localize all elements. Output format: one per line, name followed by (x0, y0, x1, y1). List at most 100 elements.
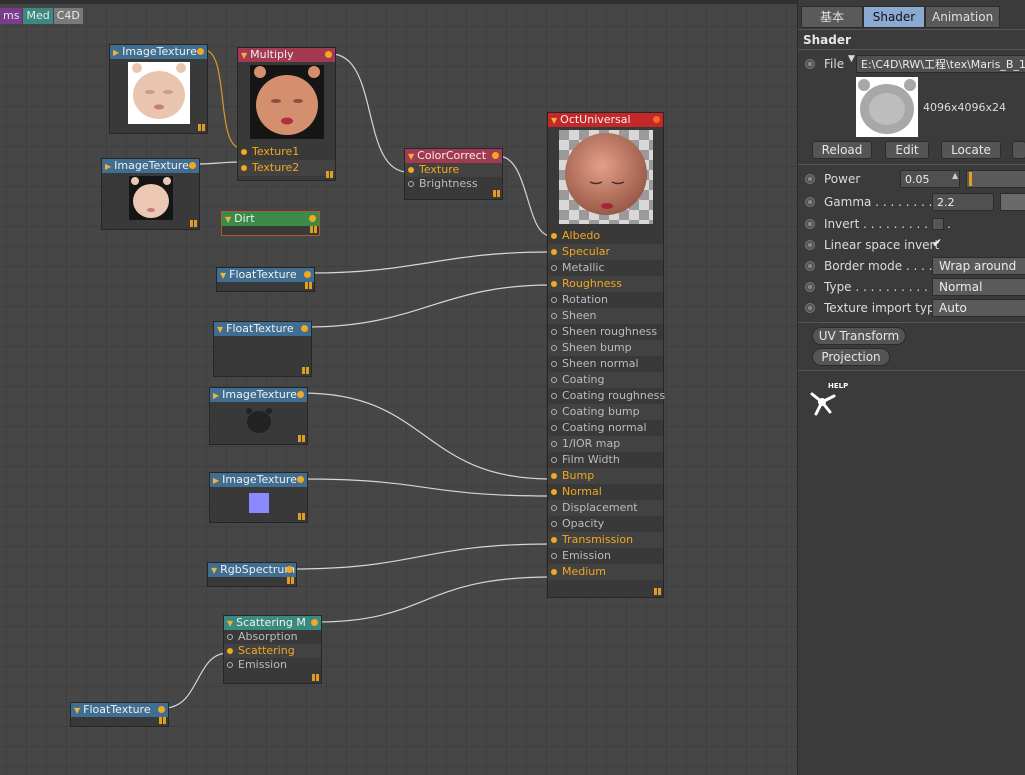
resize-handle[interactable] (312, 674, 319, 681)
resize-handle[interactable] (190, 220, 197, 227)
collapse-icon[interactable]: ▼ (211, 564, 217, 577)
pin-opacity[interactable]: Opacity (548, 516, 663, 532)
reload-button[interactable]: Reload (812, 141, 872, 159)
pin-scattering[interactable]: Scattering (224, 644, 321, 658)
collapse-icon[interactable]: ▼ (551, 114, 557, 127)
pin-emission[interactable]: Emission (548, 548, 663, 564)
gamma-slider[interactable] (1000, 193, 1025, 211)
dirt-node[interactable]: ▼ Dirt (221, 211, 320, 236)
pin-coating[interactable]: Coating (548, 372, 663, 388)
power-input[interactable]: 0.05 (900, 170, 960, 188)
edit-button[interactable]: Edit (885, 141, 929, 159)
pin-transmission[interactable]: Transmission (548, 532, 663, 548)
pin-roughness[interactable]: Roughness (548, 276, 663, 292)
image-texture-node-2[interactable]: ▶ ImageTexture (101, 158, 200, 230)
output-pin[interactable] (297, 391, 304, 398)
collapse-icon[interactable]: ▼ (225, 213, 231, 226)
power-slider-handle[interactable] (969, 172, 972, 186)
power-animate-toggle[interactable] (805, 174, 815, 184)
pin-texture2[interactable]: Texture2 (238, 160, 335, 176)
float-texture-node-1[interactable]: ▼ FloatTexture (216, 267, 315, 292)
pin-coating-roughness[interactable]: Coating roughness (548, 388, 665, 404)
uv-transform-button[interactable]: UV Transform (812, 327, 906, 345)
collapse-icon[interactable]: ▼ (74, 704, 80, 717)
image-texture-node-3[interactable]: ▶ ImageTexture (209, 387, 308, 445)
linear-animate-toggle[interactable] (805, 240, 815, 250)
pin-texture1[interactable]: Texture1 (238, 144, 335, 160)
pin-sheen-normal[interactable]: Sheen normal (548, 356, 663, 372)
collapse-icon[interactable]: ▶ (213, 389, 219, 402)
multiply-node[interactable]: ▼ Multiply Texture1 Texture2 (237, 47, 336, 181)
oct-universal-material-node[interactable]: ▼ OctUniversal Albedo Specular Metallic R… (547, 112, 665, 598)
resize-handle[interactable] (302, 367, 309, 374)
collapse-icon[interactable]: ▶ (105, 160, 111, 173)
image-texture-node-4[interactable]: ▶ ImageTexture (209, 472, 308, 523)
texture-import-type-dropdown[interactable]: Auto (932, 299, 1025, 317)
scattering-medium-node[interactable]: ▼ Scattering M Absorption Scattering Emis… (223, 615, 322, 684)
file-path-field[interactable]: E:\C4D\RW\工程\tex\Maris_B_1 (856, 55, 1025, 73)
output-pin[interactable] (301, 325, 308, 332)
float-texture-node-3[interactable]: ▼ FloatTexture (70, 702, 169, 727)
color-correct-node[interactable]: ▼ ColorCorrect Texture Brightness (404, 148, 503, 200)
resize-handle[interactable] (326, 171, 333, 178)
output-pin[interactable] (492, 152, 499, 159)
locate-button[interactable]: Locate (941, 141, 1001, 159)
border-animate-toggle[interactable] (805, 261, 815, 271)
resize-handle[interactable] (159, 717, 166, 724)
pin-sheen[interactable]: Sheen (548, 308, 663, 324)
output-pin[interactable] (189, 162, 196, 169)
type-animate-toggle[interactable] (805, 282, 815, 292)
resize-handle[interactable] (198, 124, 205, 131)
float-texture-node-2[interactable]: ▼ FloatTexture (213, 321, 312, 377)
border-mode-dropdown[interactable]: Wrap around (932, 257, 1025, 275)
pin-metallic[interactable]: Metallic (548, 260, 663, 276)
output-pin[interactable] (304, 271, 311, 278)
node-graph-canvas[interactable]: ms Med C4D ▶ ImageTexture ▼ Multiply Tex… (0, 0, 797, 775)
resize-handle[interactable] (298, 435, 305, 442)
output-pin[interactable] (309, 215, 316, 222)
pin-displacement[interactable]: Displacement (548, 500, 663, 516)
output-pin[interactable] (311, 619, 318, 626)
pin-sheen-roughness[interactable]: Sheen roughness (548, 324, 663, 340)
animate-toggle[interactable] (805, 59, 815, 69)
help-button[interactable]: HELP (808, 382, 848, 418)
output-pin[interactable] (653, 116, 660, 123)
output-pin[interactable] (297, 476, 304, 483)
pin-coating-bump[interactable]: Coating bump (548, 404, 663, 420)
invert-animate-toggle[interactable] (805, 219, 815, 229)
pin-texture[interactable]: Texture (405, 163, 502, 177)
invert-checkbox[interactable] (932, 218, 944, 230)
pin-sheen-bump[interactable]: Sheen bump (548, 340, 663, 356)
resize-handle[interactable] (493, 190, 500, 197)
pin-coating-normal[interactable]: Coating normal (548, 420, 663, 436)
gamma-animate-toggle[interactable] (805, 197, 815, 207)
tag-ms[interactable]: ms (0, 8, 23, 24)
projection-button[interactable]: Projection (812, 348, 890, 366)
more-button[interactable] (1012, 141, 1025, 159)
linear-space-invert-checkbox[interactable]: ✔ (932, 236, 942, 250)
pin-ior-map[interactable]: 1/IOR map (548, 436, 663, 452)
pin-normal[interactable]: Normal (548, 484, 663, 500)
pin-absorption[interactable]: Absorption (224, 630, 321, 644)
resize-handle[interactable] (305, 282, 312, 289)
rgb-spectrum-node[interactable]: ▼ RgbSpectrum (207, 562, 297, 587)
output-pin[interactable] (158, 706, 165, 713)
output-pin[interactable] (286, 566, 293, 573)
pin-albedo[interactable]: Albedo (548, 228, 663, 244)
tab-animation[interactable]: Animation (925, 6, 1001, 28)
collapse-icon[interactable]: ▼ (217, 323, 223, 336)
collapse-icon[interactable]: ▶ (113, 46, 119, 59)
pin-specular[interactable]: Specular (548, 244, 663, 260)
type-dropdown[interactable]: Normal (932, 278, 1025, 296)
collapse-icon[interactable]: ▼ (408, 150, 414, 163)
pin-medium[interactable]: Medium (548, 564, 663, 580)
power-stepper[interactable]: ▲ (952, 171, 958, 180)
collapse-icon[interactable]: ▼ (227, 617, 233, 630)
power-slider[interactable] (966, 170, 1025, 188)
tag-med[interactable]: Med (23, 8, 53, 24)
pin-film-width[interactable]: Film Width (548, 452, 663, 468)
resize-handle[interactable] (654, 588, 661, 595)
pin-rotation[interactable]: Rotation (548, 292, 663, 308)
resize-handle[interactable] (310, 226, 317, 233)
resize-handle[interactable] (287, 577, 294, 584)
